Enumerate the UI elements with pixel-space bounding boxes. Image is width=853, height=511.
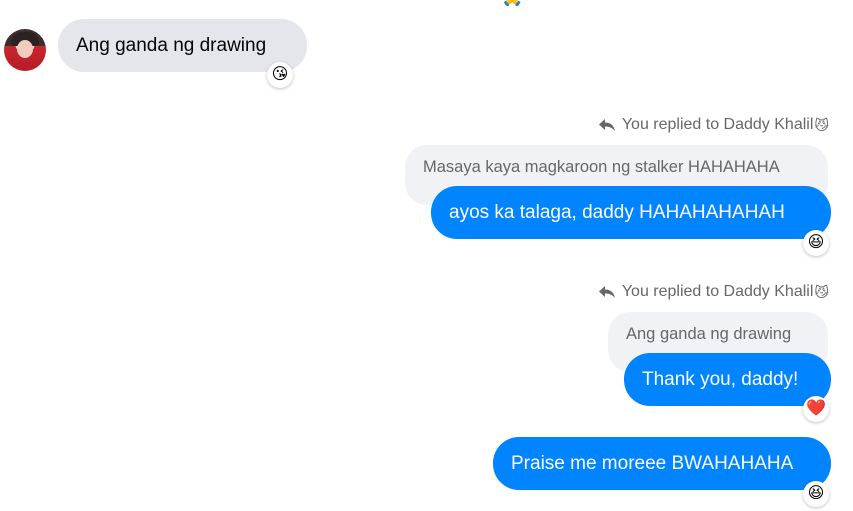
quoted-message-text: Masaya kaya magkaroon ng stalker HAHAHAH… xyxy=(423,158,780,176)
reaction-kiss-icon[interactable]: 😘 xyxy=(267,62,293,88)
outgoing-message-text: Praise me moreee BWAHAHAHA xyxy=(511,452,794,474)
avatar-face xyxy=(17,40,33,58)
outgoing-message-bubble[interactable]: Thank you, daddy! xyxy=(624,353,831,406)
quoted-message-text: Ang ganda ng drawing xyxy=(626,325,792,343)
reply-indicator: You replied to Daddy Khalil 😼 xyxy=(598,283,829,301)
reply-label-text: You replied to Daddy Khalil xyxy=(621,283,814,300)
reply-arrow-icon xyxy=(598,119,615,131)
outgoing-message-text: ayos ka talaga, daddy HAHAHAHAHAH xyxy=(449,201,785,223)
cat-emoji-icon: 😼 xyxy=(814,116,829,133)
partial-reaction-emoji: 🙏 xyxy=(501,0,523,6)
reply-arrow-icon xyxy=(598,286,615,298)
reply-label-text: You replied to Daddy Khalil xyxy=(621,116,814,133)
incoming-message-text: Ang ganda ng drawing xyxy=(76,34,267,56)
reaction-heart-icon[interactable]: ❤️ xyxy=(803,396,829,422)
cat-emoji-icon: 😼 xyxy=(814,283,829,300)
outgoing-message-bubble[interactable]: Praise me moreee BWAHAHAHA xyxy=(493,437,831,490)
outgoing-message-text: Thank you, daddy! xyxy=(642,368,799,390)
incoming-message-bubble[interactable]: Ang ganda ng drawing xyxy=(58,19,307,72)
reply-indicator: You replied to Daddy Khalil 😼 xyxy=(598,116,829,134)
sender-avatar[interactable] xyxy=(4,29,46,71)
reaction-laugh-icon[interactable]: 😆 xyxy=(803,230,829,256)
reaction-laugh-icon[interactable]: 😆 xyxy=(803,481,829,507)
outgoing-message-bubble[interactable]: ayos ka talaga, daddy HAHAHAHAHAH xyxy=(431,186,831,239)
chat-thread: 🙏 Ang ganda ng drawing 😘 You replied to … xyxy=(0,0,853,511)
